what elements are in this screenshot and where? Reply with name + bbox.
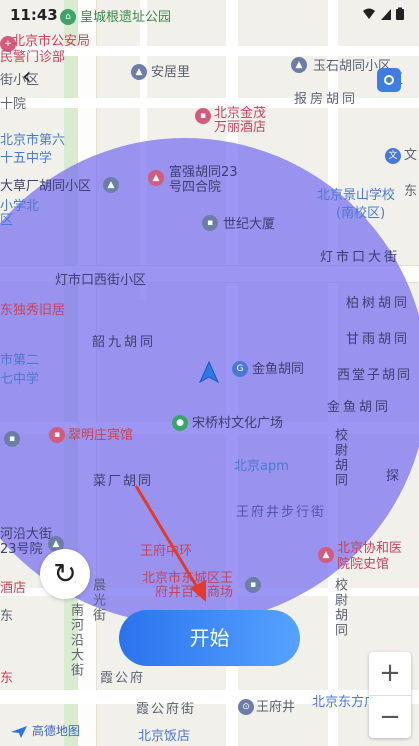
map-label: 万丽酒店 [214,120,267,135]
map-label: 北京饭店 [138,729,191,744]
residential-icon: ▲ [131,64,147,80]
amap-logo-text: 高德地图 [31,724,80,738]
map-label: 文 [404,148,418,163]
map-label: 北京市第六 [0,133,66,148]
map-label: 北京景山学校 [317,188,396,203]
back-chevron-icon[interactable]: ‹ [22,62,32,90]
map-label: 东独秀旧居 [0,303,66,318]
plaza-icon: ● [172,415,188,431]
museum-icon: ▲ [318,547,334,563]
map-label: 探 [386,469,400,484]
start-button[interactable]: 开始 [119,610,300,666]
map-label: 东 [0,671,14,686]
refresh-button[interactable]: ↻ [40,549,90,599]
map-label: 霞公府街 [136,702,197,717]
map-label: 报房胡同 [294,92,359,107]
zoom-out-button[interactable]: − [369,696,411,739]
building-icon: ▪ [4,431,20,447]
map-label: 甘雨胡同 [346,332,411,347]
map-label: 七中学 [0,372,40,387]
wifi-icon [363,8,375,19]
map-label: 校尉胡同 [332,428,347,488]
system-icons [363,7,404,20]
map-label: 校尉胡同 [332,578,347,638]
battery-icon [396,9,404,20]
map-label: 宋桥村文化广场 [192,416,284,431]
map-label: 北京金茂 [214,106,267,121]
residential-icon: ▲ [291,57,307,73]
metro-icon: G [232,361,248,377]
amap-logo-icon [11,725,27,738]
map-label: 安居里 [151,65,191,80]
map-label: 霞公府 [100,671,146,686]
map-label: 23号院 [0,542,43,557]
school-icon: 文 [385,148,401,164]
zoom-in-button[interactable]: + [369,652,411,695]
signal-icon [381,9,391,20]
map-label: 院院史馆 [337,557,390,572]
map-label: 西堂子胡同 [337,368,413,383]
map-label: 韶九胡同 [92,335,157,350]
residential-icon: ▲ [103,177,119,193]
map-label: 翠明庄宾馆 [68,428,134,443]
map-label: 河沿大街 [0,527,53,542]
map-label: 区 [0,213,14,228]
map-label: 北京市公安局 [12,34,91,49]
map-label: 市第二 [0,353,40,368]
map-label: 东 [0,609,14,624]
map-label: 灯市口西街小区 [55,273,147,288]
map-label: 王府井 [256,700,296,715]
map-label: 金鱼胡同 [252,362,305,377]
map-label: 富强胡同23 [169,165,238,180]
map-label: 晨光街 [90,578,105,623]
zoom-control: + − [369,652,411,738]
map-label: 东 [404,184,418,199]
locate-me-button[interactable] [377,68,401,92]
map-label: 北京apm [234,459,289,474]
map-label: 南河沿大街 [68,603,83,678]
refresh-icon: ↻ [53,557,77,590]
map-label: 北京协和医 [337,541,403,556]
status-bar: 11:43 [0,0,419,34]
current-location-arrow-icon [199,361,219,383]
courtyard-icon: ▲ [148,170,164,186]
map-label: 小学北 [0,199,40,214]
map-label: 灯市口大街 [320,250,401,265]
shopping-icon: ▪ [245,577,261,593]
map-label: 街小区 [0,73,40,88]
hotel-icon: ▪ [49,427,65,443]
red-pointer-arrow-icon [134,485,206,602]
map-label: (南校区) [336,206,386,221]
map-label: 王府井步行街 [236,505,327,520]
map-label: 金鱼胡同 [327,400,392,415]
amap-logo: 高德地图 [10,722,80,739]
map-label: 十院 [0,97,27,112]
hotel-icon: ▪ [195,108,211,124]
map-label: 号四合院 [169,180,222,195]
map-label: 柏树胡同 [346,296,411,311]
metro-icon: ⊙ [238,699,254,715]
map-label: 世纪大厦 [223,217,276,232]
map-label: 民警门诊部 [0,50,66,65]
building-icon: ▪ [202,215,218,231]
map-label: 酒店 [0,581,27,596]
status-time: 11:43 [10,6,58,24]
map-label: 十五中学 [0,151,53,166]
map-label: 大草厂胡同小区 [0,179,92,194]
